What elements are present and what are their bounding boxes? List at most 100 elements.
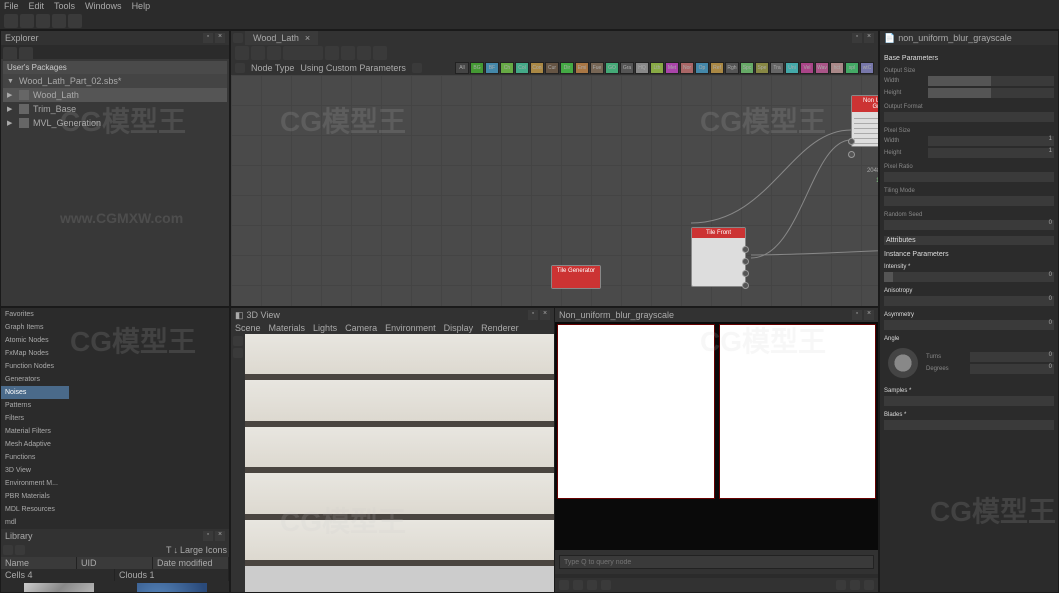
graph-node[interactable]: Non Uniform Blur Grayscale 2048x2048 L8 … (851, 95, 879, 147)
library-category[interactable]: FxMap Nodes (1, 347, 69, 360)
menu-edit[interactable]: Edit (29, 1, 45, 11)
lib-row-name[interactable]: Cells 4 (1, 569, 115, 581)
view3d-menu-item[interactable]: Lights (313, 323, 337, 333)
samples-slider[interactable] (884, 396, 1054, 406)
col-name[interactable]: Name (1, 557, 77, 569)
size-dropdown[interactable] (283, 46, 323, 60)
filter-chip[interactable]: Met (665, 62, 679, 74)
filter-chip[interactable]: Col (515, 62, 529, 74)
blades-slider[interactable] (884, 420, 1054, 430)
menu-windows[interactable]: Windows (85, 1, 122, 11)
filter-chip[interactable]: Tra (770, 62, 784, 74)
filter-chip[interactable]: Dir (560, 62, 574, 74)
lib-thumb[interactable]: Clouds 2 (3, 583, 114, 593)
filter-chip[interactable]: Gra (620, 62, 634, 74)
menu-tools[interactable]: Tools (54, 1, 75, 11)
view-mode-select[interactable]: Large Icons (180, 545, 227, 555)
filter-chip[interactable]: Spc (740, 62, 754, 74)
query-input[interactable] (559, 555, 874, 569)
filter-chip[interactable]: BF (485, 62, 499, 74)
filter-chip[interactable]: Con (530, 62, 544, 74)
link-icon[interactable] (325, 46, 339, 60)
view3d-menu-item[interactable]: Display (444, 323, 474, 333)
filter-chip[interactable]: Rgh (725, 62, 739, 74)
graph-tab[interactable]: Wood_Lath× (245, 31, 318, 45)
library-category[interactable]: Atomic Nodes (1, 334, 69, 347)
section-header[interactable]: Base Parameters (884, 55, 1054, 62)
footer-icon[interactable] (587, 580, 597, 590)
parent-icon[interactable] (235, 46, 249, 60)
filter-chip[interactable]: spl (845, 62, 859, 74)
close-icon[interactable]: × (215, 33, 225, 43)
close-icon[interactable]: × (864, 33, 874, 43)
info-icon[interactable] (341, 46, 355, 60)
move-icon[interactable] (233, 336, 243, 346)
search-icon[interactable] (15, 545, 25, 555)
filter-chip[interactable]: HQ (635, 62, 649, 74)
library-category[interactable]: Filters (1, 412, 69, 425)
tree-item[interactable]: ▶MVL_Generation (3, 116, 227, 130)
intensity-slider[interactable]: 0 (884, 272, 1054, 282)
aniso-slider[interactable]: 0 (884, 296, 1054, 306)
library-category[interactable]: MDL Resources (1, 503, 69, 516)
asym-slider[interactable]: 0 (884, 320, 1054, 330)
ratio-slider[interactable] (884, 172, 1054, 182)
turns-input[interactable]: 0 (970, 352, 1054, 362)
px-width-slider[interactable]: 1 (928, 136, 1054, 146)
snap-icon[interactable] (267, 46, 281, 60)
filter-chip[interactable]: Fue (590, 62, 604, 74)
filter-chip[interactable]: BG (470, 62, 484, 74)
undock-icon[interactable]: ▫ (852, 310, 862, 320)
tiling-select[interactable] (884, 196, 1054, 206)
arrow-icon[interactable] (373, 46, 387, 60)
rotate-icon[interactable] (233, 348, 243, 358)
close-icon[interactable]: × (215, 531, 225, 541)
library-category[interactable]: Patterns (1, 399, 69, 412)
graph-node[interactable]: Tile Generator (551, 265, 601, 289)
width-slider[interactable] (928, 76, 1054, 86)
library-category[interactable]: Mesh Adaptive (1, 438, 69, 451)
filter-chip[interactable]: Vel (800, 62, 814, 74)
undock-icon[interactable]: ▫ (203, 531, 213, 541)
undock-icon[interactable]: ▫ (852, 33, 862, 43)
view3d-menu-item[interactable]: Camera (345, 323, 377, 333)
filter-t-icon[interactable]: T (166, 545, 172, 555)
package-root[interactable]: ▼Wood_Lath_Part_02.sbs* (3, 74, 227, 88)
view3d-menu-item[interactable]: Renderer (481, 323, 519, 333)
filter-icon[interactable] (412, 63, 422, 73)
save-icon[interactable] (36, 14, 50, 28)
format-select[interactable] (884, 112, 1054, 122)
filter-chip[interactable]: Uni (785, 62, 799, 74)
library-category[interactable]: Function Nodes (1, 360, 69, 373)
footer-icon[interactable] (559, 580, 569, 590)
seed-slider[interactable]: 0 (884, 220, 1054, 230)
footer-icon[interactable] (573, 580, 583, 590)
col-uid[interactable]: UID (77, 557, 153, 569)
tree-item[interactable]: ▶Wood_Lath (3, 88, 227, 102)
filter-chip[interactable]: GO (605, 62, 619, 74)
filter-chip[interactable]: Wav (815, 62, 829, 74)
graph-node[interactable]: Tile Front (691, 227, 746, 287)
instance-header[interactable]: Instance Parameters (884, 251, 1054, 258)
library-category[interactable]: Graph Items (1, 321, 69, 334)
filter-chip[interactable]: Nor (680, 62, 694, 74)
menu-file[interactable]: File (4, 1, 19, 11)
filter-chip[interactable]: hct (830, 62, 844, 74)
library-category[interactable]: Material Filters (1, 425, 69, 438)
footer-icon[interactable] (836, 580, 846, 590)
filter-chip[interactable]: Ref (710, 62, 724, 74)
view3d-menu-item[interactable]: Environment (385, 323, 436, 333)
undock-icon[interactable]: ▫ (528, 310, 538, 320)
filter-chip[interactable]: Emi (575, 62, 589, 74)
preview-canvas[interactable] (555, 322, 878, 550)
angle-wheel[interactable] (888, 348, 918, 378)
height-slider[interactable] (928, 88, 1054, 98)
attributes-header[interactable]: Attributes (884, 236, 1054, 245)
library-category[interactable]: Functions (1, 451, 69, 464)
filter-chip[interactable]: Op (695, 62, 709, 74)
menu-help[interactable]: Help (132, 1, 151, 11)
view3d-canvas[interactable] (245, 334, 554, 592)
library-category[interactable]: mdl (1, 516, 69, 529)
footer-icon[interactable] (601, 580, 611, 590)
view3d-menu-item[interactable]: Materials (269, 323, 306, 333)
